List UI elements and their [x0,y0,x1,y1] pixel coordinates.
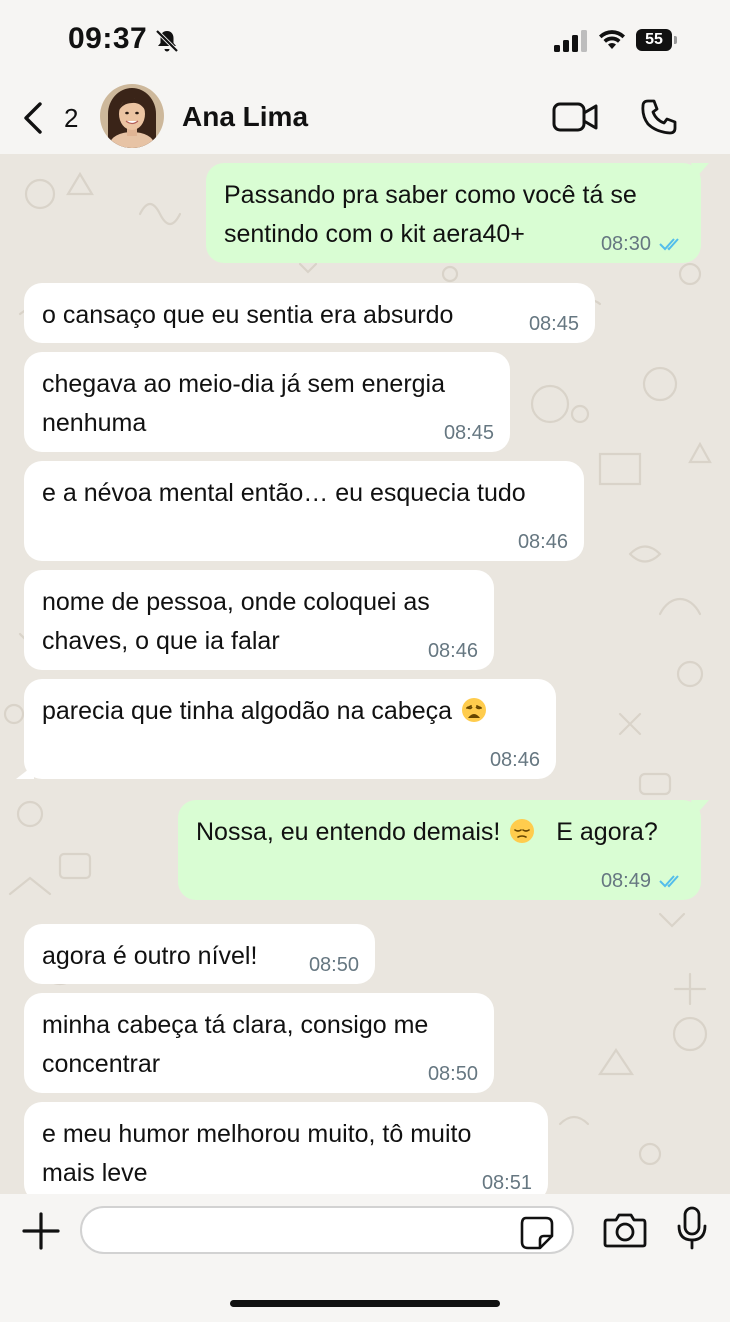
bubble-tail [691,163,709,179]
contact-name[interactable]: Ana Lima [182,101,308,133]
double-check-read-icon [659,238,679,251]
message-text: parecia que tinha algodão na cabeça [42,697,453,725]
chat-header: 2 Ana Lima [0,80,730,154]
message-meta: 08:45 [444,422,494,444]
avatar-image [100,84,164,148]
pensive-face-emoji [510,819,535,843]
message-meta: 08:46 [428,640,478,662]
battery-cap [674,36,677,44]
message-time: 08:46 [517,531,568,553]
message-input[interactable] [80,1206,574,1254]
message-text-after-emoji: E agora? [556,818,658,846]
status-time: 09:37 [68,22,148,55]
message-text: nome de pessoa, onde coloquei as chaves,… [42,588,437,655]
message-bubble-incoming[interactable]: parecia que tinha algodão na cabeça 08:4… [16,679,556,779]
status-bar: 09:37 55 [0,0,730,80]
bubble-tail [16,765,34,779]
message-bubble-incoming[interactable]: nome de pessoa, onde coloquei as chaves,… [24,570,494,670]
message-meta: 08:51 [482,1172,532,1194]
message-bubble-outgoing[interactable]: Passando pra saber como você tá se senti… [206,163,709,263]
message-meta: 08:30 [601,233,685,255]
battery-level: 55 [636,29,672,51]
message-time: 08:45 [443,422,494,444]
message-time: 08:46 [489,749,540,771]
bell-slash-icon [155,29,179,53]
chevron-left-icon [24,102,42,134]
battery-icon: 55 [636,29,678,51]
message-bubble-incoming[interactable]: e meu humor melhorou muito, tô muito mai… [24,1102,548,1194]
plus-icon[interactable] [22,1212,60,1250]
message-text: chegava ao meio-dia já sem energia nenhu… [42,370,452,437]
message-bubble-incoming[interactable]: e a névoa mental então… eu esquecia tudo… [24,461,584,561]
message-time: 08:30 [600,233,651,255]
back-button[interactable]: 2 [22,98,92,138]
sticker-icon[interactable] [520,1216,554,1250]
message-meta: 08:46 [518,531,568,553]
cellular-signal-icon [554,30,587,52]
unread-count: 2 [64,102,79,133]
camera-icon[interactable] [603,1212,647,1248]
message-time: 08:49 [600,870,651,892]
home-indicator [230,1300,500,1307]
message-bubble-incoming[interactable]: agora é outro nível! 08:50 [24,924,375,984]
message-time: 08:50 [308,954,359,976]
message-time: 08:51 [481,1172,532,1194]
message-text: Nossa, eu entendo demais! [196,818,501,846]
video-call-icon[interactable] [551,100,599,134]
double-check-read-icon [659,875,679,888]
message-text: e a névoa mental então… eu esquecia tudo [42,479,526,507]
message-bubble-incoming[interactable]: minha cabeça tá clara, consigo me concen… [24,993,494,1093]
input-bar [0,1194,730,1322]
message-text: o cansaço que eu sentia era absurdo [42,301,454,329]
chat-area[interactable]: Passando pra saber como você tá se senti… [0,154,730,1194]
message-meta: 08:46 [490,749,540,771]
message-bubble-incoming[interactable]: chegava ao meio-dia já sem energia nenhu… [24,352,510,452]
message-text: agora é outro nível! [42,942,258,970]
weary-face-emoji [462,698,486,722]
message-meta: 08:45 [529,313,579,335]
message-text: e meu humor melhorou muito, tô muito mai… [42,1120,479,1187]
wifi-icon [599,30,625,49]
message-time: 08:46 [427,640,478,662]
avatar[interactable] [100,84,164,148]
bubble-tail [691,800,709,816]
message-bubble-incoming[interactable]: o cansaço que eu sentia era absurdo 08:4… [24,283,595,343]
message-text: minha cabeça tá clara, consigo me concen… [42,1011,436,1078]
message-time: 08:50 [427,1063,478,1085]
message-meta: 08:50 [428,1063,478,1085]
message-time: 08:45 [528,313,579,335]
message-meta: 08:50 [309,954,359,976]
phone-call-icon[interactable] [640,98,678,136]
microphone-icon[interactable] [676,1206,708,1250]
message-meta: 08:49 [601,870,685,892]
message-text: Passando pra saber como você tá se senti… [224,181,644,248]
message-bubble-outgoing[interactable]: Nossa, eu entendo demais! E agora? 08:49 [178,800,709,900]
